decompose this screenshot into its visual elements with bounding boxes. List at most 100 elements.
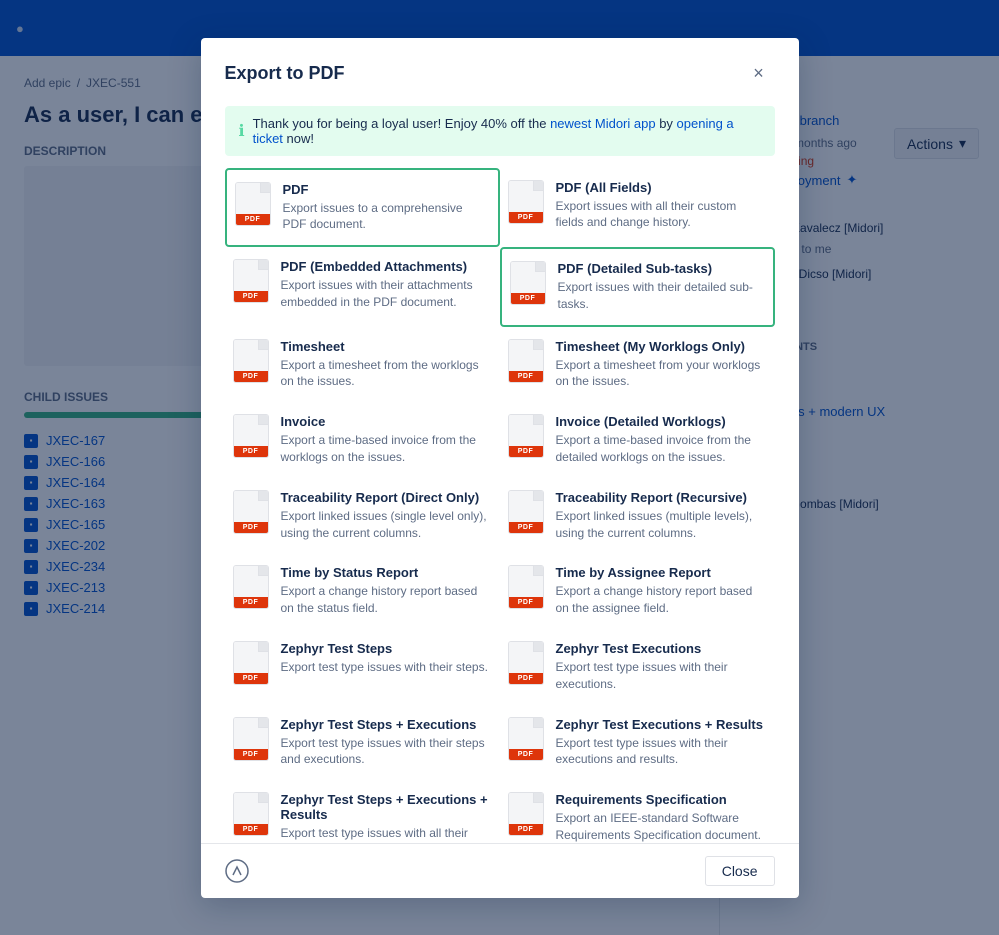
fold-corner (258, 718, 268, 728)
pdf-badge: PDF (234, 291, 268, 302)
pdf-file-icon: PDF (508, 641, 544, 685)
export-item-name: Time by Assignee Report (556, 565, 767, 580)
export-item-text: Timesheet Export a timesheet from the wo… (281, 339, 492, 391)
close-modal-button[interactable]: Close (705, 856, 775, 886)
export-item-name: PDF (Detailed Sub-tasks) (558, 261, 765, 276)
export-item-desc: Export test type issues with their execu… (556, 659, 767, 693)
export-item-pdf-embedded[interactable]: PDF PDF (Embedded Attachments) Export is… (225, 247, 500, 327)
export-item-desc: Export a change history report based on … (556, 583, 767, 617)
export-item-name: Traceability Report (Recursive) (556, 490, 767, 505)
export-item-text: Requirements Specification Export an IEE… (556, 792, 767, 842)
export-item-timesheet[interactable]: PDF Timesheet Export a timesheet from th… (225, 327, 500, 403)
export-item-requirements[interactable]: PDF Requirements Specification Export an… (500, 780, 775, 842)
fold-corner (533, 642, 543, 652)
fold-corner (258, 793, 268, 803)
export-item-desc: Export test type issues with their execu… (556, 735, 767, 769)
export-item-name: Requirements Specification (556, 792, 767, 807)
export-item-name: Timesheet (281, 339, 492, 354)
pdf-badge: PDF (509, 522, 543, 533)
pdf-badge: PDF (236, 214, 270, 225)
export-item-desc: Export test type issues with their steps… (281, 659, 492, 676)
export-item-desc: Export issues to a comprehensive PDF doc… (283, 200, 490, 234)
pdf-badge: PDF (234, 749, 268, 760)
banner-text: Thank you for being a loyal user! Enjoy … (253, 116, 761, 146)
midori-icon (225, 859, 249, 883)
fold-corner (533, 718, 543, 728)
pdf-file-icon: PDF (233, 792, 269, 836)
export-item-text: PDF (Embedded Attachments) Export issues… (281, 259, 492, 311)
banner-link-app[interactable]: newest Midori app (550, 116, 656, 131)
pdf-badge: PDF (234, 824, 268, 835)
pdf-badge: PDF (234, 371, 268, 382)
pdf-file-icon: PDF (233, 339, 269, 383)
export-item-zephyr-steps-exec-results[interactable]: PDF Zephyr Test Steps + Executions + Res… (225, 780, 500, 842)
fold-corner (533, 415, 543, 425)
export-item-text: Invoice (Detailed Worklogs) Export a tim… (556, 414, 767, 466)
pdf-file-icon: PDF (233, 414, 269, 458)
export-item-pdf[interactable]: PDF PDF Export issues to a comprehensive… (225, 168, 500, 248)
export-item-invoice-detailed[interactable]: PDF Invoice (Detailed Worklogs) Export a… (500, 402, 775, 478)
export-item-time-assignee[interactable]: PDF Time by Assignee Report Export a cha… (500, 553, 775, 629)
export-item-time-status[interactable]: PDF Time by Status Report Export a chang… (225, 553, 500, 629)
export-item-text: Timesheet (My Worklogs Only) Export a ti… (556, 339, 767, 391)
export-grid: PDF PDF Export issues to a comprehensive… (225, 168, 775, 843)
pdf-badge: PDF (509, 824, 543, 835)
export-item-desc: Export a timesheet from your worklogs on… (556, 357, 767, 391)
pdf-badge: PDF (509, 749, 543, 760)
export-item-traceability-direct[interactable]: PDF Traceability Report (Direct Only) Ex… (225, 478, 500, 554)
export-item-name: Timesheet (My Worklogs Only) (556, 339, 767, 354)
export-item-desc: Export a timesheet from the worklogs on … (281, 357, 492, 391)
export-item-text: PDF (All Fields) Export issues with all … (556, 180, 767, 232)
export-item-text: PDF (Detailed Sub-tasks) Export issues w… (558, 261, 765, 313)
pdf-file-icon: PDF (233, 717, 269, 761)
fold-corner (533, 340, 543, 350)
pdf-badge: PDF (234, 446, 268, 457)
export-item-desc: Export linked issues (single level only)… (281, 508, 492, 542)
pdf-file-icon: PDF (508, 339, 544, 383)
export-item-pdf-detailed-subtasks[interactable]: PDF PDF (Detailed Sub-tasks) Export issu… (500, 247, 775, 327)
pdf-badge: PDF (509, 371, 543, 382)
pdf-file-icon: PDF (508, 565, 544, 609)
export-item-name: Zephyr Test Steps + Executions (281, 717, 492, 732)
modal-footer: Close (201, 843, 799, 898)
export-item-name: Invoice (Detailed Worklogs) (556, 414, 767, 429)
fold-corner (258, 642, 268, 652)
export-item-desc: Export a change history report based on … (281, 583, 492, 617)
export-item-text: Time by Assignee Report Export a change … (556, 565, 767, 617)
pdf-file-icon: PDF (508, 414, 544, 458)
pdf-badge: PDF (509, 212, 543, 223)
export-item-desc: Export test type issues with their steps… (281, 735, 492, 769)
fold-corner (258, 566, 268, 576)
export-item-invoice[interactable]: PDF Invoice Export a time-based invoice … (225, 402, 500, 478)
fold-corner (258, 415, 268, 425)
export-item-zephyr-exec-results[interactable]: PDF Zephyr Test Executions + Results Exp… (500, 705, 775, 781)
export-item-pdf-all-fields[interactable]: PDF PDF (All Fields) Export issues with … (500, 168, 775, 248)
export-item-text: Traceability Report (Recursive) Export l… (556, 490, 767, 542)
export-item-traceability-recursive[interactable]: PDF Traceability Report (Recursive) Expo… (500, 478, 775, 554)
modal-close-button[interactable]: × (743, 58, 775, 90)
pdf-file-icon: PDF (233, 641, 269, 685)
export-item-name: Time by Status Report (281, 565, 492, 580)
pdf-file-icon: PDF (233, 565, 269, 609)
export-item-text: Traceability Report (Direct Only) Export… (281, 490, 492, 542)
export-item-name: PDF (283, 182, 490, 197)
fold-corner (535, 262, 545, 272)
export-item-desc: Export issues with all their custom fiel… (556, 198, 767, 232)
export-item-zephyr-steps[interactable]: PDF Zephyr Test Steps Export test type i… (225, 629, 500, 705)
modal-header: Export to PDF × (201, 38, 799, 106)
export-item-text: Zephyr Test Steps Export test type issue… (281, 641, 492, 676)
export-item-text: Invoice Export a time-based invoice from… (281, 414, 492, 466)
pdf-file-icon: PDF (233, 490, 269, 534)
export-item-name: PDF (All Fields) (556, 180, 767, 195)
export-item-desc: Export an IEEE-standard Software Require… (556, 810, 767, 842)
pdf-file-icon: PDF (510, 261, 546, 305)
export-item-text: PDF Export issues to a comprehensive PDF… (283, 182, 490, 234)
export-item-timesheet-my[interactable]: PDF Timesheet (My Worklogs Only) Export … (500, 327, 775, 403)
fold-corner (533, 181, 543, 191)
export-item-zephyr-steps-exec[interactable]: PDF Zephyr Test Steps + Executions Expor… (225, 705, 500, 781)
export-item-desc: Export issues with their detailed sub-ta… (558, 279, 765, 313)
export-item-name: Zephyr Test Steps (281, 641, 492, 656)
export-item-zephyr-executions[interactable]: PDF Zephyr Test Executions Export test t… (500, 629, 775, 705)
pdf-badge: PDF (234, 522, 268, 533)
export-item-name: Zephyr Test Steps + Executions + Results (281, 792, 492, 822)
